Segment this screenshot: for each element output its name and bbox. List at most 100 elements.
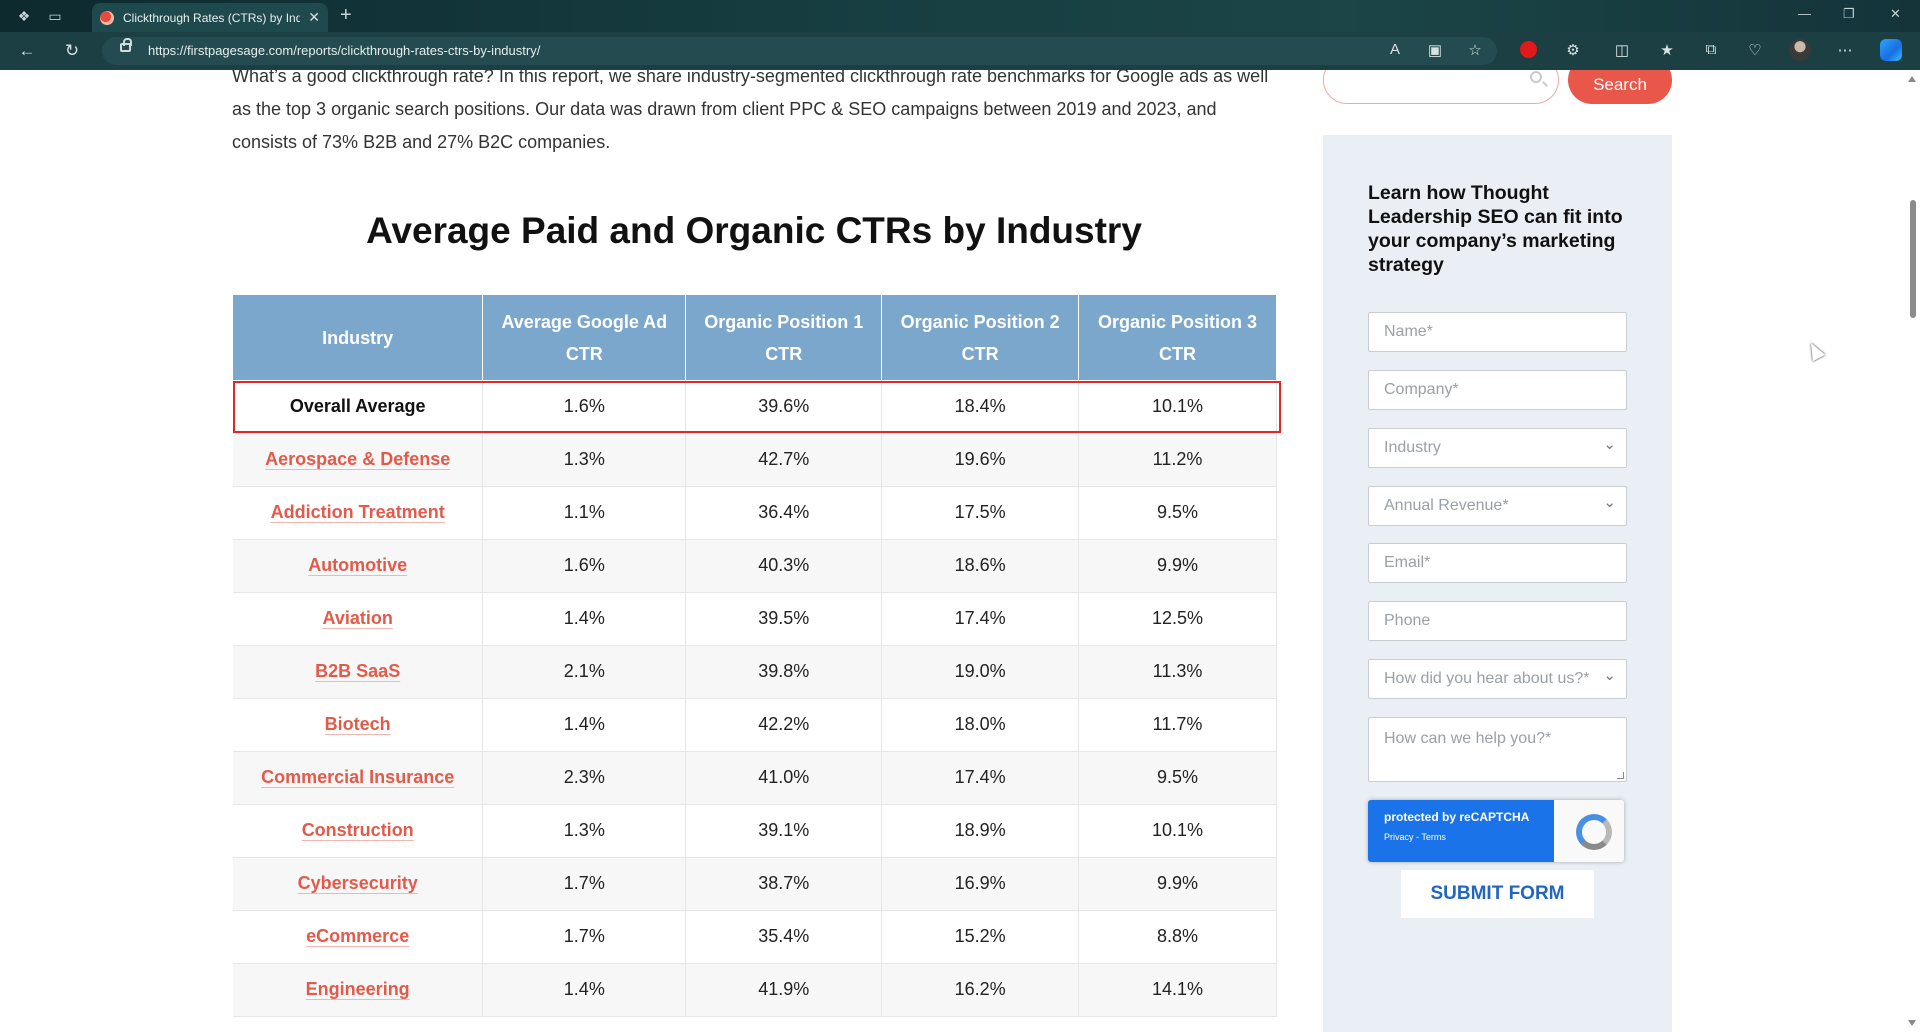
help-message-textarea[interactable]: How can we help you?*: [1368, 717, 1627, 782]
url-field[interactable]: https://firstpagesage.com/reports/clickt…: [102, 37, 1497, 65]
browser-tab-active[interactable]: Clickthrough Rates (CTRs) by Ind ✕: [92, 3, 328, 32]
industry-cell: Automotive: [233, 539, 484, 593]
industry-link[interactable]: Cybersecurity: [298, 873, 418, 893]
pos1-ctr-cell: 39.5%: [685, 592, 883, 646]
pos3-ctr-cell: 11.2%: [1078, 433, 1277, 487]
scroll-down-arrow-icon[interactable]: [1908, 1020, 1916, 1026]
pos3-ctr-cell: 9.9%: [1078, 857, 1277, 911]
recaptcha-text-panel: protected by reCAPTCHA Privacy - Terms: [1368, 800, 1554, 862]
collections-icon[interactable]: ⧉: [1700, 41, 1722, 58]
profile-avatar[interactable]: [1789, 39, 1811, 61]
company-field[interactable]: Company*: [1368, 370, 1627, 410]
pos2-ctr-cell: 15.2%: [881, 910, 1080, 964]
immersive-reader-icon[interactable]: ▣: [1424, 41, 1446, 59]
more-options-icon[interactable]: ⋯: [1834, 41, 1856, 59]
name-field[interactable]: Name*: [1368, 312, 1627, 352]
pos2-ctr-cell: 18.9%: [881, 804, 1080, 858]
industry-link[interactable]: B2B SaaS: [315, 661, 400, 681]
copilot-icon[interactable]: [1880, 39, 1902, 61]
intro-text: What’s a good clickthrough rate? In this…: [232, 70, 1269, 152]
pos3-ctr-cell: 10.1%: [1078, 804, 1277, 858]
intro-paragraph: What’s a good clickthrough rate? In this…: [232, 70, 1282, 159]
industry-link[interactable]: Aviation: [323, 608, 393, 628]
window-close-icon[interactable]: ✕: [1890, 6, 1901, 22]
header-google-ad-ctr: Average Google Ad CTR: [482, 295, 687, 380]
industry-cell: Aviation: [233, 592, 484, 646]
referral-source-select[interactable]: How did you hear about us?*: [1368, 659, 1627, 699]
table-header-row: Industry Average Google Ad CTR Organic P…: [233, 295, 1277, 380]
recaptcha-badge[interactable]: protected by reCAPTCHA Privacy - Terms: [1368, 800, 1624, 862]
header-industry: Industry: [233, 295, 484, 380]
refresh-icon[interactable]: ↻: [61, 41, 83, 61]
pos2-ctr-cell: 16.2%: [881, 963, 1080, 1017]
tab-actions-icon[interactable]: ▭: [45, 6, 65, 26]
industry-link[interactable]: Aerospace & Defense: [265, 449, 450, 469]
email-field[interactable]: Email*: [1368, 543, 1627, 583]
pos3-ctr-cell: 9.5%: [1078, 751, 1277, 805]
table-row: Addiction Treatment 1.1% 36.4% 17.5% 9.5…: [233, 486, 1277, 540]
url-text: https://firstpagesage.com/reports/clickt…: [148, 43, 541, 58]
ctr-table: Industry Average Google Ad CTR Organic P…: [233, 295, 1277, 1017]
pos2-ctr-cell: 17.4%: [881, 751, 1080, 805]
table-row: Aviation 1.4% 39.5% 17.4% 12.5%: [233, 592, 1277, 646]
page-scrollbar[interactable]: [1905, 70, 1920, 1032]
extension-record-icon[interactable]: [1520, 41, 1537, 58]
resize-handle-icon[interactable]: [1617, 772, 1624, 779]
lock-icon: [120, 38, 132, 52]
table-row: Engineering 1.4% 41.9% 16.2% 14.1%: [233, 963, 1277, 1017]
ad-ctr-cell: 1.6%: [482, 380, 687, 434]
search-input[interactable]: [1323, 70, 1559, 104]
recaptcha-logo-icon: [1576, 814, 1612, 850]
site-favicon-icon: [100, 10, 114, 25]
pos3-ctr-cell: 10.1%: [1078, 380, 1277, 434]
industry-link[interactable]: Automotive: [308, 555, 407, 575]
pos2-ctr-cell: 18.0%: [881, 698, 1080, 752]
split-screen-icon[interactable]: ◫: [1611, 41, 1633, 59]
industry-link[interactable]: Engineering: [306, 979, 410, 999]
header-organic-position-2: Organic Position 2 CTR: [881, 295, 1080, 380]
browser-essentials-icon[interactable]: ♡: [1744, 41, 1766, 59]
back-icon[interactable]: ←: [16, 41, 38, 61]
industry-link[interactable]: Addiction Treatment: [271, 502, 445, 522]
table-row: Aerospace & Defense 1.3% 42.7% 19.6% 11.…: [233, 433, 1277, 487]
search-button[interactable]: Search: [1568, 70, 1672, 104]
industry-link[interactable]: Commercial Insurance: [261, 767, 454, 787]
read-aloud-icon[interactable]: A: [1384, 41, 1406, 58]
pos1-ctr-cell: 42.2%: [685, 698, 883, 752]
ad-ctr-cell: 1.1%: [482, 486, 687, 540]
page-content: What’s a good clickthrough rate? In this…: [0, 70, 1905, 1032]
ad-ctr-cell: 1.6%: [482, 539, 687, 593]
pos1-ctr-cell: 42.7%: [685, 433, 883, 487]
ad-ctr-cell: 1.3%: [482, 804, 687, 858]
extensions-icon[interactable]: ⚙: [1562, 41, 1584, 59]
recaptcha-links[interactable]: Privacy - Terms: [1384, 832, 1538, 842]
workspaces-icon[interactable]: ❖: [14, 6, 34, 26]
table-row: eCommerce 1.7% 35.4% 15.2% 8.8%: [233, 910, 1277, 964]
scroll-up-arrow-icon[interactable]: [1908, 76, 1916, 82]
industry-cell: Construction: [233, 804, 484, 858]
pos3-ctr-cell: 11.7%: [1078, 698, 1277, 752]
ad-ctr-cell: 2.3%: [482, 751, 687, 805]
new-tab-icon[interactable]: +: [340, 4, 352, 27]
submit-form-button[interactable]: SUBMIT FORM: [1401, 870, 1594, 918]
browser-tab-strip: ❖ ▭ Clickthrough Rates (CTRs) by Ind ✕ +…: [0, 0, 1920, 32]
industry-select[interactable]: Industry: [1368, 428, 1627, 468]
pos2-ctr-cell: 18.6%: [881, 539, 1080, 593]
industry-link[interactable]: eCommerce: [306, 926, 409, 946]
restore-icon[interactable]: ❐: [1843, 6, 1855, 22]
pos1-ctr-cell: 36.4%: [685, 486, 883, 540]
minimize-icon[interactable]: —: [1798, 6, 1811, 21]
phone-field[interactable]: Phone: [1368, 601, 1627, 641]
industry-cell: eCommerce: [233, 910, 484, 964]
scroll-thumb[interactable]: [1910, 200, 1916, 318]
industry-link[interactable]: Construction: [302, 820, 414, 840]
favorites-icon[interactable]: ★: [1656, 41, 1678, 59]
favorite-star-icon[interactable]: ☆: [1464, 41, 1486, 59]
pos2-ctr-cell: 19.0%: [881, 645, 1080, 699]
industry-cell: Cybersecurity: [233, 857, 484, 911]
tab-close-icon[interactable]: ✕: [308, 9, 320, 26]
annual-revenue-select[interactable]: Annual Revenue*: [1368, 486, 1627, 526]
pos2-ctr-cell: 17.5%: [881, 486, 1080, 540]
industry-link[interactable]: Biotech: [325, 714, 391, 734]
table-row: B2B SaaS 2.1% 39.8% 19.0% 11.3%: [233, 645, 1277, 699]
